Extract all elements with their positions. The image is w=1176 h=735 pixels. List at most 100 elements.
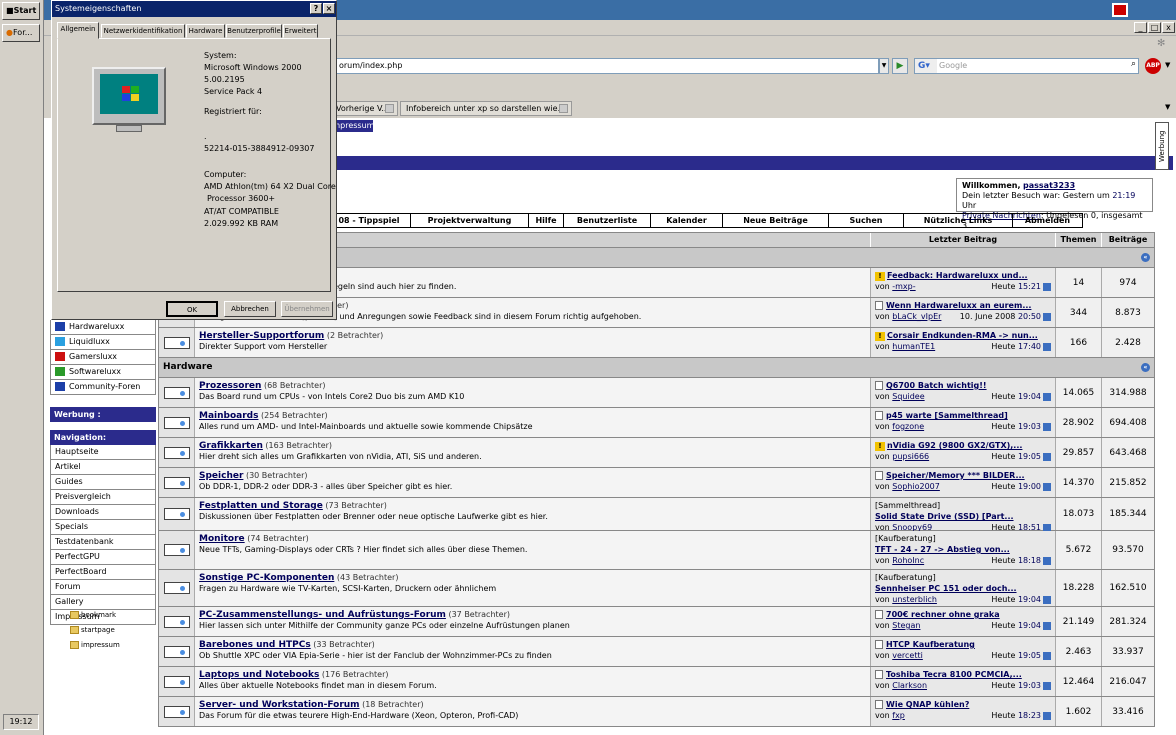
help-button[interactable]: ? (310, 3, 322, 14)
last-post-link[interactable]: Wenn Hardwareluxx an eurem... (886, 301, 1031, 310)
last-post-author[interactable]: fxp (892, 711, 905, 720)
collapse-icon[interactable]: « (1141, 253, 1150, 262)
search-icon[interactable]: ⌕ (1131, 59, 1136, 69)
nav-link[interactable]: PerfectGPU (50, 550, 156, 565)
go-to-post-icon[interactable] (1043, 482, 1051, 491)
last-post-link[interactable]: nVidia G92 (9800 GX2/GTX),... (887, 441, 1022, 450)
nav-link[interactable]: PerfectBoard (50, 565, 156, 580)
forum-status-icon[interactable] (159, 438, 195, 467)
last-post-link[interactable]: Toshiba Tecra 8100 PCMCIA,... (886, 670, 1022, 679)
forum-status-icon[interactable] (159, 531, 195, 569)
tab-vorherige[interactable]: Vorherige V... (330, 101, 398, 116)
last-post-author[interactable]: humanTE1 (892, 342, 935, 351)
tab-allgemein[interactable]: Allgemein (57, 22, 99, 39)
go-to-post-icon[interactable] (1043, 711, 1051, 720)
forum-title-link[interactable]: Sonstige PC-Komponenten (199, 573, 334, 583)
nav-link[interactable]: Guides (50, 475, 156, 490)
last-post-link[interactable]: Q6700 Batch wichtig!! (886, 381, 987, 390)
tab-close-icon[interactable] (559, 104, 568, 113)
last-post-link[interactable]: Wie QNAP kühlen? (886, 700, 969, 709)
nav-benutzerliste[interactable]: Benutzerliste (564, 213, 651, 228)
forum-title-link[interactable]: Monitore (199, 534, 245, 544)
nav-abmelden[interactable]: Abmelden (1013, 213, 1083, 228)
last-post-author[interactable]: unsterblich (892, 595, 937, 604)
last-post-author[interactable]: Sophio2007 (892, 482, 940, 491)
last-post-link[interactable]: TFT - 24 - 27 -> Abstieg von... (875, 545, 1010, 554)
last-post-author[interactable]: Stegan (892, 621, 920, 630)
sidebar-item-link[interactable]: Community-Foren (50, 380, 156, 395)
nav-link[interactable]: Forum (50, 580, 156, 595)
forum-title-link[interactable]: Grafikkarten (199, 441, 263, 451)
go-to-post-icon[interactable] (1043, 556, 1051, 565)
nav-link[interactable]: Artikel (50, 460, 156, 475)
forum-status-icon[interactable] (159, 607, 195, 636)
nav-link[interactable]: Preisvergleich (50, 490, 156, 505)
nav-link[interactable]: Specials (50, 520, 156, 535)
forum-title-link[interactable]: Laptops und Notebooks (199, 670, 319, 680)
sidebar-item-link[interactable]: Gamersluxx (50, 350, 156, 365)
nav-suchen[interactable]: Suchen (829, 213, 904, 228)
tree-item[interactable]: impressum (70, 638, 120, 653)
tab-list-icon[interactable]: ▼ (1165, 103, 1170, 111)
url-dropdown-icon[interactable]: ▼ (879, 58, 889, 74)
nav-link[interactable]: Testdatenbank (50, 535, 156, 550)
tab-netzwerkidentifikation[interactable]: Netzwerkidentifikation (101, 24, 185, 38)
search-box[interactable]: G▾ Google ⌕ (914, 58, 1139, 74)
forum-title-link[interactable]: Festplatten und Storage (199, 501, 323, 511)
last-post-link[interactable]: Speicher/Memory *** BILDER... (886, 471, 1025, 480)
last-post-author[interactable]: bLaCk_vIpEr (892, 312, 941, 321)
last-post-author[interactable]: Clarkson (892, 681, 927, 690)
werbung-tab[interactable]: Werbung (1155, 122, 1169, 170)
forum-status-icon[interactable] (159, 637, 195, 666)
tree-item[interactable]: startpage (70, 623, 120, 638)
last-post-link[interactable]: Sennheiser PC 151 oder doch... (875, 584, 1017, 593)
toolbar-dropdown-icon[interactable]: ▼ (1165, 61, 1170, 69)
nav-link[interactable]: Downloads (50, 505, 156, 520)
go-to-post-icon[interactable] (1043, 681, 1051, 690)
nav-projektverwaltung[interactable]: Projektverwaltung (411, 213, 529, 228)
forum-title-link[interactable]: Prozessoren (199, 381, 261, 391)
go-to-post-icon[interactable] (1043, 312, 1051, 321)
forum-status-icon[interactable] (159, 408, 195, 437)
apply-button[interactable]: Übernehmen (281, 301, 333, 317)
last-post-author[interactable]: pupsi666 (892, 452, 929, 461)
go-to-post-icon[interactable] (1043, 452, 1051, 461)
last-post-link[interactable]: Corsair Endkunden-RMA -> nun... (887, 331, 1038, 340)
go-to-post-icon[interactable] (1043, 422, 1051, 431)
nav-hilfe[interactable]: Hilfe (529, 213, 564, 228)
forum-title-link[interactable]: Server- und Workstation-Forum (199, 700, 360, 710)
sidebar-item-link[interactable]: Softwareluxx (50, 365, 156, 380)
url-bar[interactable]: orum/index.php (334, 58, 879, 74)
ok-button[interactable]: OK (166, 301, 218, 317)
forum-status-icon[interactable] (159, 667, 195, 696)
last-post-author[interactable]: Squidee (892, 392, 924, 401)
forum-status-icon[interactable] (159, 570, 195, 606)
cancel-button[interactable]: Abbrechen (224, 301, 276, 317)
last-post-link[interactable]: HTCP Kaufberatung (886, 640, 975, 649)
nav-nuetzliche-links[interactable]: Nützliche Links (904, 213, 1013, 228)
nav-link[interactable]: Hauptseite (50, 445, 156, 460)
tab-erweitert[interactable]: Erweitert (283, 24, 318, 38)
sidebar-item-link[interactable]: Liquidluxx (50, 335, 156, 350)
nav-kalender[interactable]: Kalender (651, 213, 723, 228)
tab-infobereich[interactable]: Infobereich unter xp so darstellen wie..… (400, 101, 572, 116)
last-post-author[interactable]: fogzone (892, 422, 924, 431)
last-post-author[interactable]: -mxp- (892, 282, 915, 291)
last-post-link[interactable]: Solid State Drive (SSD) [Part... (875, 512, 1014, 521)
minimize-button[interactable]: _ (1134, 22, 1147, 33)
last-post-author[interactable]: RohoInc (892, 556, 924, 565)
adblock-icon[interactable]: ABP (1145, 58, 1161, 74)
category-hardware[interactable]: Hardware « (158, 358, 1155, 378)
sidebar-item-link[interactable]: Hardwareluxx (50, 320, 156, 335)
username-link[interactable]: passat3233 (1023, 181, 1075, 190)
restore-button[interactable]: □ (1148, 22, 1161, 33)
go-to-post-icon[interactable] (1043, 595, 1051, 604)
google-icon[interactable]: G▾ (915, 59, 937, 73)
forum-title-link[interactable]: Speicher (199, 471, 243, 481)
go-button[interactable]: ▶ (892, 58, 908, 74)
tree-item[interactable]: bookmark (70, 608, 120, 623)
close-button[interactable]: x (1162, 22, 1175, 33)
tab-benutzerprofile[interactable]: Benutzerprofile (226, 24, 282, 38)
dialog-close-button[interactable]: × (323, 3, 335, 14)
taskbar-firefox-button[interactable]: ●For... (2, 24, 40, 42)
